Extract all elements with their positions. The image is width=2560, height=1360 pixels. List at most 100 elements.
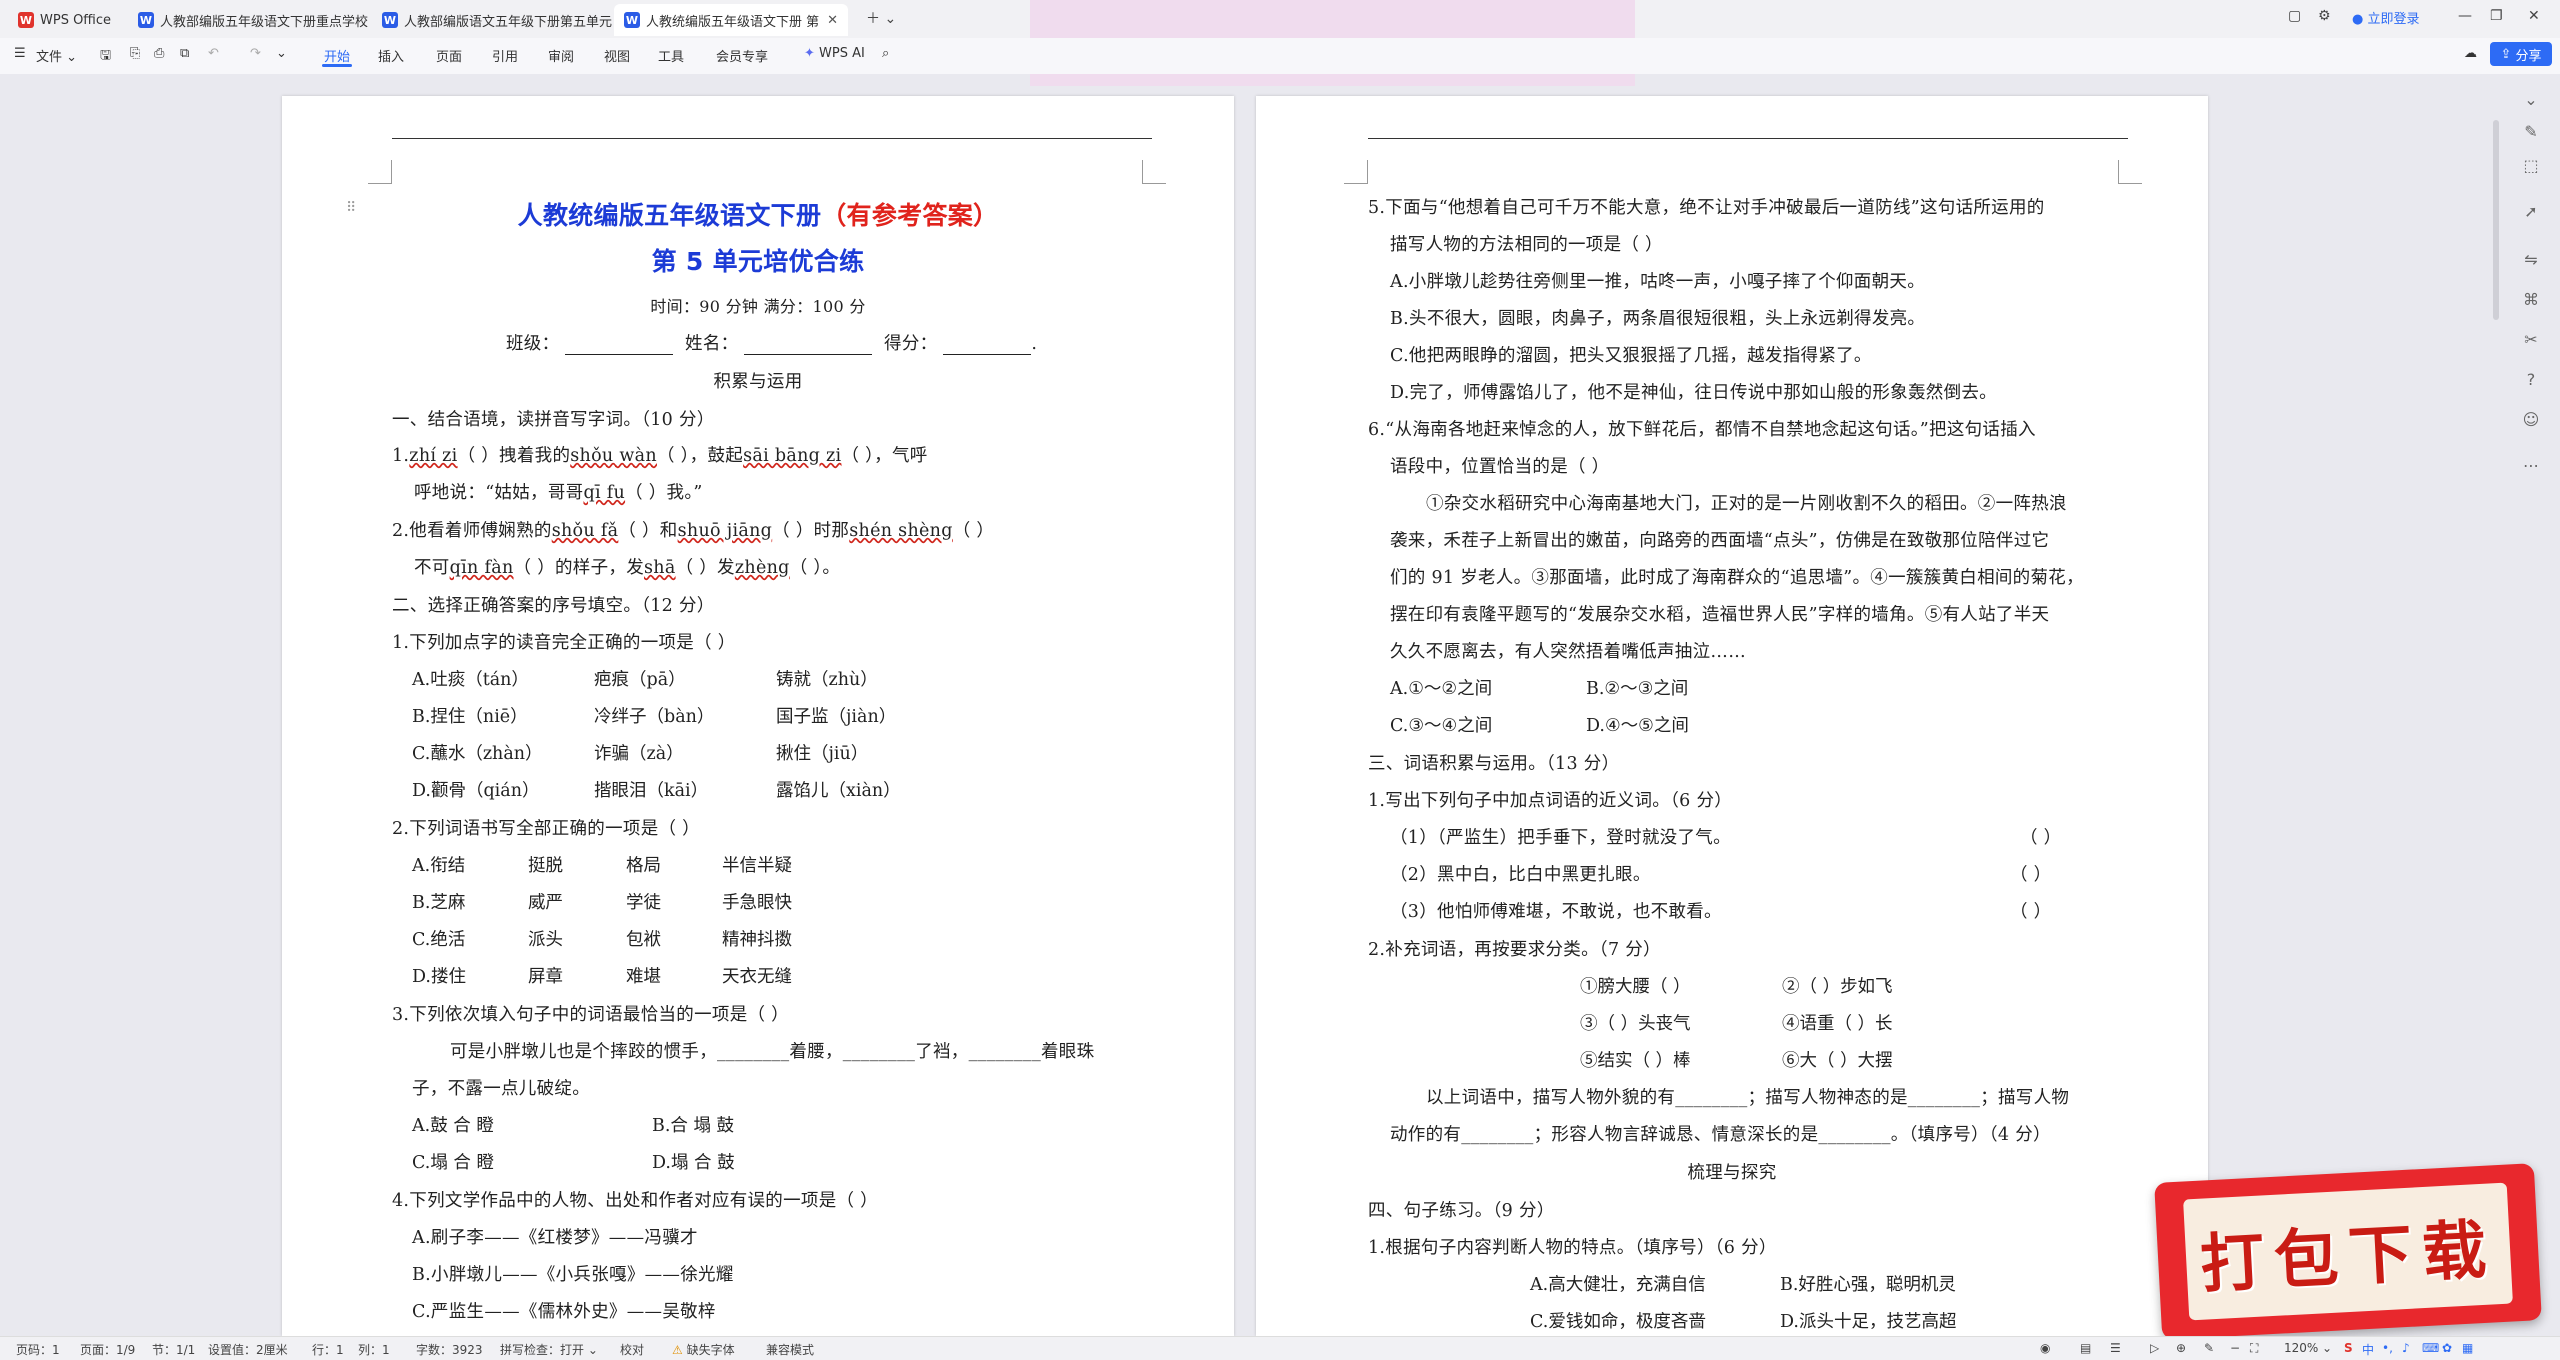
tab-view[interactable]: 视图 <box>604 46 630 65</box>
fit-page-icon[interactable]: ⛶ <box>2250 1341 2258 1356</box>
window-manage-icon[interactable]: ▢ <box>2288 8 2301 24</box>
collapse-icon[interactable]: ⌄ <box>2516 84 2546 114</box>
option-line: B.头不很大，圆眼，肉鼻子，两条眉很短很粗，头上永远剃得发亮。 <box>1390 309 1926 329</box>
microphone-icon[interactable]: ♪ <box>2402 1341 2410 1355</box>
corner-mark <box>2118 160 2142 184</box>
word-doc-icon: W <box>382 12 398 28</box>
zoom-level[interactable]: 120% <box>2284 1341 2318 1355</box>
outline-icon[interactable]: ☰ <box>2110 1341 2121 1355</box>
ribbon: ☰ 文件 ⌄ 🖫 ⎘ ⎙ ⧉ ↶ ↷ ⌄ 开始 插入 页面 引用 审阅 视图 工… <box>0 38 2560 74</box>
option-line: A.刷子李——《红楼梦》——冯骥才 <box>412 1228 698 1248</box>
skin-icon[interactable]: ✿ <box>2442 1341 2452 1355</box>
answer-blank[interactable]: （ ） <box>2020 824 2061 849</box>
eye-icon[interactable]: ◉ <box>2040 1341 2050 1355</box>
sentence-item: （2）黑中白，比白中黑更扎眼。 <box>1390 865 1651 885</box>
restore-icon[interactable]: ❐ <box>2490 8 2503 24</box>
passage-line: 摆在印有袁隆平题写的“发展杂交水稻，造福世界人民”字样的墙角。⑤有人站了半天 <box>1390 605 2050 625</box>
answer-blank[interactable]: （ ） <box>2010 861 2051 886</box>
tab-page[interactable]: 页面 <box>436 46 462 65</box>
compat-mode: 兼容模式 <box>766 1343 815 1357</box>
tab-reference[interactable]: 引用 <box>492 46 518 65</box>
ime-lang-icon[interactable]: 中 <box>2362 1341 2374 1358</box>
play-icon[interactable]: ▷ <box>2150 1341 2159 1355</box>
undo-icon[interactable]: ↶ <box>208 46 219 61</box>
status-words[interactable]: 字数：3923 <box>416 1341 483 1358</box>
missing-font-button[interactable]: ⚠ 缺失字体 <box>672 1341 735 1358</box>
help-icon[interactable]: ? <box>2516 364 2546 394</box>
adjust-icon[interactable]: ⇋ <box>2516 244 2546 274</box>
spell-check-toggle[interactable]: 拼写检查：打开 ⌄ <box>500 1341 598 1358</box>
settings-icon[interactable]: ⚙ <box>2318 8 2331 24</box>
question-line: 1.下列加点字的读音完全正确的一项是（ ） <box>392 633 736 653</box>
tab-tools[interactable]: 工具 <box>658 46 684 65</box>
robot-icon[interactable]: ☺ <box>2516 404 2546 434</box>
option-line: B.小胖墩儿——《小兵张嘎》——徐光耀 <box>412 1265 734 1285</box>
zoom-dropdown-icon[interactable]: ⌄ <box>2322 1341 2332 1355</box>
menu-icon[interactable]: ☰ <box>14 46 26 61</box>
status-section: 节：1/1 <box>152 1343 196 1357</box>
status-col: 列：1 <box>358 1343 390 1357</box>
question-line: 语段中，位置恰当的是（ ） <box>1390 457 1610 477</box>
select-icon[interactable]: ⬚ <box>2516 150 2546 180</box>
page-view-icon[interactable]: ▤ <box>2080 1341 2091 1355</box>
document-page-2[interactable]: 5.下面与“他想着自己可千万不能大意，绝不让对手冲破最后一道防线”这句话所运用的… <box>1256 96 2208 1336</box>
grid-icon[interactable]: ▦ <box>2462 1341 2473 1355</box>
tab-doc-3-active[interactable]: W 人教统编版五年级语文下册 第 ✕ <box>614 4 849 36</box>
score-blank[interactable] <box>943 337 1032 355</box>
word-doc-icon: W <box>624 12 640 28</box>
tab-wps-office[interactable]: W WPS Office <box>8 4 121 36</box>
search-icon[interactable]: ⌕ <box>882 46 889 61</box>
status-pages[interactable]: 页面：1/9 <box>80 1341 135 1358</box>
tab-insert[interactable]: 插入 <box>378 46 404 65</box>
class-blank[interactable] <box>565 337 674 355</box>
close-tab-icon[interactable]: ✕ <box>827 13 838 28</box>
tab-doc-1[interactable]: W 人教部编版五年级语文下册重点学校 <box>128 4 378 36</box>
save-icon[interactable]: 🖫 <box>100 46 111 68</box>
wps-ai-button[interactable]: ✦ WPS AI <box>804 46 865 61</box>
punctuation-icon[interactable]: •, <box>2382 1341 2393 1355</box>
document-page-1[interactable]: ⠿ 人教统编版五年级语文下册（有参考答案） 第 5 单元培优合练 时间：90 分… <box>282 96 1234 1336</box>
question-line: 动作的有________；形容人物言辞诚恳、情意深长的是________。（填序… <box>1390 1125 2051 1145</box>
tab-start[interactable]: 开始 <box>324 46 350 65</box>
web-view-icon[interactable]: ⊕ <box>2176 1341 2186 1355</box>
name-blank[interactable] <box>744 337 873 355</box>
print-icon[interactable]: ⎙ <box>154 46 164 61</box>
share-button[interactable]: ⇪ 分享 <box>2490 42 2552 66</box>
minimize-icon[interactable]: — <box>2458 8 2472 24</box>
translate-icon[interactable]: ⌘ <box>2516 284 2546 314</box>
close-window-icon[interactable]: ✕ <box>2528 8 2540 24</box>
pen-icon[interactable]: ✎ <box>2516 116 2546 146</box>
more-options-icon[interactable]: ⋯ <box>2516 450 2546 480</box>
status-row: 行：1 <box>312 1343 344 1357</box>
option-line: A.小胖墩儿趁势往旁侧里一推，咕咚一声，小嘎子摔了个仰面朝天。 <box>1390 272 1925 292</box>
vertical-scrollbar[interactable] <box>2493 120 2499 320</box>
tab-doc-2[interactable]: W 人教部编版语文五年级下册第五单元 <box>372 4 622 36</box>
tab-member[interactable]: 会员专享 <box>716 46 768 65</box>
question-line: 2.补充词语，再按要求分类。（7 分） <box>1368 940 1661 960</box>
new-tab-icon[interactable]: ＋ ⌄ <box>866 8 896 28</box>
proofread-button[interactable]: 校对 <box>620 1341 644 1358</box>
download-pack-banner[interactable]: 打包下载 <box>2154 1163 2542 1340</box>
login-button[interactable]: ● 立即登录 <box>2352 8 2420 27</box>
zoom-out-icon[interactable]: − <box>2230 1341 2240 1355</box>
answer-blank[interactable]: （ ） <box>2010 898 2051 923</box>
print-preview-icon[interactable]: ⧉ <box>180 46 189 61</box>
tools-icon[interactable]: ✂ <box>2516 324 2546 354</box>
file-menu[interactable]: 文件 ⌄ <box>36 46 77 65</box>
share-icon: ⇪ <box>2500 46 2512 62</box>
corner-mark <box>1344 160 1368 184</box>
tab-review[interactable]: 审阅 <box>548 46 574 65</box>
question-line: 1.zhí zi（ ）拽着我的shǒu wàn（ ），鼓起sāi bāng zi… <box>392 446 928 466</box>
redo-icon[interactable]: ↷ <box>250 46 261 61</box>
pointer-icon[interactable]: ➚ <box>2516 196 2546 226</box>
sentence-item: （3）他怕师傅难堪，不敢说，也不敢看。 <box>1390 902 1722 922</box>
more-icon[interactable]: ⌄ <box>276 46 287 61</box>
question-line: 描写人物的方法相同的一项是（ ） <box>1390 235 1663 255</box>
edit-icon[interactable]: ✎ <box>2204 1341 2214 1355</box>
cloud-icon[interactable]: ☁ <box>2464 46 2477 61</box>
keyboard-icon[interactable]: ⌨ <box>2422 1341 2439 1355</box>
export-icon[interactable]: ⎘ <box>130 46 140 61</box>
ime-icon[interactable]: S <box>2344 1341 2353 1355</box>
corner-mark <box>1142 160 1166 184</box>
option-line: C.他把两眼睁的溜圆，把头又狠狠摇了几摇，越发指得紧了。 <box>1390 346 1872 366</box>
